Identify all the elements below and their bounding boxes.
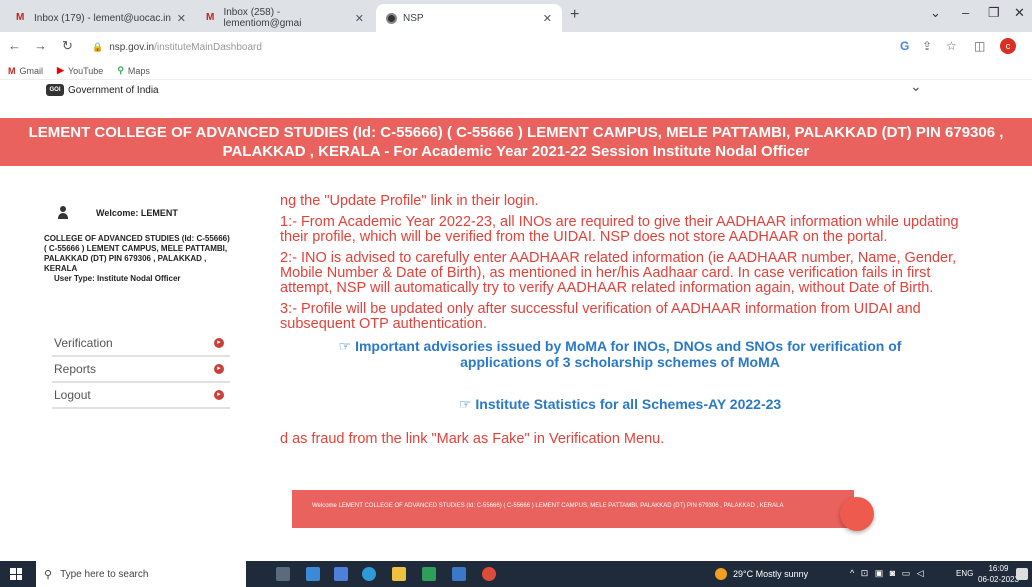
language-indicator[interactable]: ENG [956, 569, 973, 578]
clock-time: 16:09 [988, 564, 1009, 573]
advisories-link-text: Important advisories issued by MoMA for … [355, 338, 902, 370]
notice-point-1: 1:- From Academic Year 2022-23, all INOs… [280, 214, 959, 245]
close-window-icon[interactable]: ✕ [1014, 5, 1025, 21]
pointing-hand-icon: ☞ [458, 396, 472, 412]
lock-icon: 🔒 [92, 41, 104, 52]
gmail-icon: M [206, 12, 215, 23]
chrome-icon[interactable] [482, 567, 496, 581]
bookmark-label: YouTube [67, 65, 104, 76]
user-icon [56, 206, 70, 220]
tab-inbox-gmail[interactable]: M Inbox (258) - lementiom@gmai ✕ [196, 4, 374, 32]
system-tray-icons[interactable]: ^ ⊡ ▣ ◙ ▭ ◁ [850, 568, 926, 579]
weather-text: 29°C Mostly sunny [733, 569, 809, 579]
maximize-icon[interactable]: ❐ [988, 5, 1000, 21]
chevron-down-icon[interactable]: ⌄ [910, 78, 922, 95]
tab-nsp[interactable]: NSP ✕ [376, 4, 562, 32]
teams-icon[interactable] [334, 567, 348, 581]
statistics-link-text: Institute Statistics for all Schemes-AY … [475, 396, 782, 412]
gov-header: GOI Government of India [46, 84, 159, 96]
widgets-icon[interactable] [306, 567, 320, 581]
nsp-favicon-icon [386, 12, 397, 24]
excel-icon[interactable] [422, 567, 436, 581]
new-tab-icon[interactable]: + [570, 6, 579, 24]
close-tab-icon[interactable]: ✕ [177, 12, 186, 25]
close-tab-icon[interactable]: ✕ [543, 12, 552, 25]
gov-logo: GOI [46, 84, 64, 96]
bookmarks-bar: M Gmail ▶ YouTube ⚲ Maps [0, 62, 1032, 80]
youtube-icon: ▶ [57, 65, 64, 75]
browser-tab-bar: M Inbox (179) - lement@uocac.in ✕ M Inbo… [0, 0, 1032, 32]
welcome-text: Welcome: LEMENT [96, 208, 178, 218]
bookmark-label: Maps [127, 65, 150, 76]
floating-action-button[interactable] [840, 497, 874, 531]
tab-inbox-uocac[interactable]: M Inbox (179) - lement@uocac.in ✕ [6, 4, 196, 32]
sidebar-item-label: Logout [54, 388, 91, 402]
pointing-hand-icon: ☞ [338, 338, 352, 354]
tab-title: Inbox (179) - lement@uocac.in [34, 12, 171, 24]
minimize-icon[interactable]: – [962, 5, 969, 20]
sun-icon [715, 568, 727, 580]
notification-icon[interactable] [1016, 568, 1028, 580]
tab-title: NSP [403, 12, 424, 24]
back-icon[interactable]: ← [8, 38, 21, 53]
task-view-icon[interactable] [276, 567, 290, 581]
institute-banner: LEMENT COLLEGE OF ADVANCED STUDIES (Id: … [0, 118, 1032, 166]
forward-icon[interactable]: → [34, 38, 47, 53]
clock-date: 06-02-2023 [978, 575, 1019, 584]
sidebar-item-logout[interactable]: Logout ▸ [52, 383, 230, 409]
address-row: ← → ↻ 🔒 nsp.gov.in /instituteMainDashboa… [0, 32, 1032, 62]
bookmark-label: Gmail [19, 65, 44, 76]
search-icon: ⚲ [44, 568, 53, 581]
gov-text: Government of India [68, 84, 159, 96]
bookmark-star-icon[interactable]: ☆ [946, 39, 957, 53]
sidebar: Welcome: LEMENT COLLEGE OF ADVANCED STUD… [40, 206, 240, 409]
notice-point-2: 2:- INO is advised to carefully enter AA… [280, 250, 957, 296]
close-tab-icon[interactable]: ✕ [355, 12, 364, 25]
welcome-row: Welcome: LEMENT [40, 206, 240, 220]
share-icon[interactable]: ⇪ [922, 39, 932, 53]
sidebar-item-reports[interactable]: Reports ▸ [52, 357, 230, 383]
sidebar-item-label: Verification [54, 336, 113, 350]
user-type: User Type: Institute Nodal Officer [54, 274, 181, 283]
search-placeholder: Type here to search [60, 568, 149, 580]
bookmark-gmail[interactable]: M Gmail [8, 66, 43, 76]
expand-icon: ▸ [214, 364, 224, 374]
sidebar-item-verification[interactable]: Verification ▸ [52, 331, 230, 357]
profile-avatar[interactable]: c [1000, 38, 1016, 54]
footer-welcome-banner: Welcome LEMENT COLLEGE OF ADVANCED STUDI… [292, 490, 854, 528]
notice-area: ng the "Update Profile" link in their lo… [280, 194, 960, 453]
notice-point-3: 3:- Profile will be updated only after s… [280, 301, 921, 332]
reload-icon[interactable]: ↻ [62, 38, 73, 54]
institute-name: COLLEGE OF ADVANCED STUDIES (Id: C-55666… [44, 234, 230, 273]
advisories-link[interactable]: ☞ Important advisories issued by MoMA for… [310, 338, 930, 370]
url-host: nsp.gov.in [109, 41, 155, 53]
gmail-icon: M [16, 12, 25, 23]
windows-start-icon[interactable] [10, 568, 22, 580]
statistics-link[interactable]: ☞ Institute Statistics for all Schemes-AY… [280, 396, 960, 412]
edge-icon[interactable] [362, 567, 376, 581]
sidebar-item-label: Reports [54, 362, 97, 376]
gmail-icon: M [8, 65, 16, 76]
mail-icon[interactable] [452, 567, 466, 581]
url-bar[interactable]: 🔒 nsp.gov.in /instituteMainDashboard [92, 37, 872, 57]
url-path: /instituteMainDashboard [154, 41, 262, 53]
taskbar-search-input[interactable]: ⚲ Type here to search [36, 561, 246, 587]
expand-icon: ▸ [214, 338, 224, 348]
google-icon[interactable]: G [900, 39, 909, 53]
clock[interactable]: 16:09 06-02-2023 [978, 563, 1019, 585]
tab-search-icon[interactable]: ⌄ [930, 5, 941, 21]
weather-widget[interactable]: 29°C Mostly sunny [715, 568, 808, 580]
bookmark-youtube[interactable]: ▶ YouTube [57, 65, 103, 76]
file-explorer-icon[interactable] [392, 567, 406, 581]
expand-icon: ▸ [214, 390, 224, 400]
bookmark-maps[interactable]: ⚲ Maps [117, 65, 150, 76]
maps-pin-icon: ⚲ [117, 65, 124, 75]
sidebar-menu: Verification ▸ Reports ▸ Logout ▸ [52, 331, 230, 409]
fraud-notice: d as fraud from the link "Mark as Fake" … [280, 431, 665, 447]
notice-line: ng the "Update Profile" link in their lo… [280, 193, 539, 209]
taskbar: ⚲ Type here to search 29°C Mostly sunny … [0, 561, 1032, 587]
side-panel-icon[interactable]: ◫ [974, 39, 985, 53]
tab-title: Inbox (258) - lementiom@gmai [223, 7, 302, 29]
